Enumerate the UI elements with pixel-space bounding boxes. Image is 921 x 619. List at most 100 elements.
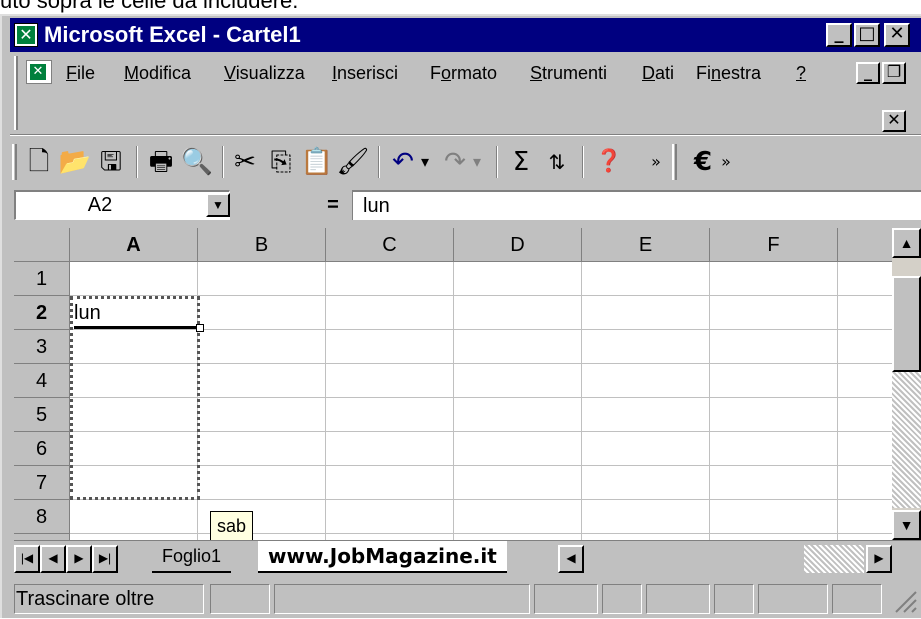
- row-header-3[interactable]: 3: [14, 330, 70, 364]
- menu-inserisci[interactable]: Inserisci: [332, 58, 398, 88]
- toolbar-drag-handle-2[interactable]: [672, 144, 677, 180]
- paste-icon[interactable]: 📋: [300, 146, 334, 178]
- menu-bar: ✕ File Modifica Visualizza Inserisci For…: [10, 54, 921, 132]
- toolbar-more-icon[interactable]: »: [646, 146, 666, 178]
- cut-icon[interactable]: ✂: [228, 146, 262, 178]
- status-panel: [274, 584, 530, 614]
- next-icon: ▶: [74, 551, 84, 565]
- close-button[interactable]: ✕: [884, 23, 910, 47]
- autosum-icon[interactable]: Σ: [504, 146, 538, 178]
- horizontal-scroll-track-dither[interactable]: [804, 545, 864, 573]
- arrow-left-icon: ◀: [566, 551, 576, 565]
- scroll-up-button[interactable]: ▲: [892, 228, 921, 258]
- scroll-down-button[interactable]: ▼: [892, 510, 921, 540]
- formula-input[interactable]: lun: [352, 190, 921, 220]
- menu-formato[interactable]: Formato: [430, 58, 497, 88]
- menu-help[interactable]: ?: [796, 58, 806, 88]
- status-panel: [534, 584, 598, 614]
- menu-modifica[interactable]: Modifica: [124, 58, 191, 88]
- status-panel: [602, 584, 642, 614]
- doc-restore-button[interactable]: ❐: [882, 62, 906, 84]
- first-sheet-button[interactable]: |◀: [14, 545, 40, 573]
- help-icon[interactable]: ❓: [592, 146, 626, 178]
- undo-icon[interactable]: ↶: [386, 146, 420, 178]
- maximize-button[interactable]: □: [854, 23, 880, 47]
- menu-toolbar-separator: [10, 134, 921, 136]
- active-cell-border: [74, 326, 200, 329]
- vertical-scroll-thumb[interactable]: [892, 276, 921, 372]
- column-header-d[interactable]: D: [454, 228, 582, 262]
- column-header-b[interactable]: B: [198, 228, 326, 262]
- scroll-right-button[interactable]: ▶: [866, 545, 892, 573]
- minimize-button[interactable]: _: [826, 23, 852, 47]
- redo-dropdown-icon[interactable]: ▾: [468, 146, 486, 178]
- format-painter-icon[interactable]: 🖌: [336, 146, 370, 178]
- column-header-c[interactable]: C: [326, 228, 454, 262]
- sheet-tab-foglio1[interactable]: Foglio1: [152, 541, 232, 573]
- chevron-down-icon: ▼: [212, 198, 224, 212]
- new-document-icon[interactable]: 🗋: [22, 146, 56, 178]
- toolbar-drag-handle[interactable]: [12, 144, 17, 180]
- toolbar-separator: [378, 146, 380, 178]
- doc-close-button[interactable]: ✕: [882, 110, 906, 132]
- menu-drag-handle[interactable]: [14, 56, 18, 130]
- menu-visualizza[interactable]: Visualizza: [224, 58, 305, 88]
- status-panel: [832, 584, 882, 614]
- arrow-right-icon: ▶: [874, 551, 884, 565]
- next-sheet-button[interactable]: ▶: [66, 545, 92, 573]
- doc-minimize-button[interactable]: _: [856, 62, 880, 84]
- save-icon[interactable]: 🖫: [94, 146, 128, 178]
- toolbar-separator: [136, 146, 138, 178]
- print-preview-icon[interactable]: 🔍: [180, 146, 214, 178]
- column-header-a[interactable]: A: [70, 228, 198, 262]
- formula-equals-button[interactable]: =: [322, 190, 344, 220]
- row-header-7[interactable]: 7: [14, 466, 70, 500]
- row-header-5[interactable]: 5: [14, 398, 70, 432]
- tab-split-scroll-left[interactable]: ◀: [558, 545, 584, 573]
- menu-dati[interactable]: Dati: [642, 58, 674, 88]
- row-header-8[interactable]: 8: [14, 500, 70, 534]
- undo-dropdown-icon[interactable]: ▾: [416, 146, 434, 178]
- sort-ascending-icon[interactable]: ⇅: [540, 146, 574, 178]
- status-text: Trascinare oltre: [16, 588, 155, 610]
- print-icon[interactable]: 🖶: [144, 146, 178, 178]
- menu-strumenti[interactable]: Strumenti: [530, 58, 607, 88]
- status-bar: Trascinare oltre: [10, 578, 921, 618]
- previous-sheet-button[interactable]: ◀: [40, 545, 66, 573]
- row-header-4[interactable]: 4: [14, 364, 70, 398]
- name-box[interactable]: A2 ▼: [14, 190, 230, 220]
- sheet-tabs-bar: |◀ ◀ ▶ ▶| Foglio1 www.JobMagazine.it ◀ ▶: [14, 540, 921, 576]
- doc-minimize-icon: _: [864, 62, 872, 81]
- column-header-e[interactable]: E: [582, 228, 710, 262]
- row-header-6[interactable]: 6: [14, 432, 70, 466]
- last-sheet-button[interactable]: ▶|: [92, 545, 118, 573]
- toolbar-more-icon-2[interactable]: »: [716, 146, 736, 178]
- arrow-up-icon: ▲: [899, 235, 914, 251]
- name-box-dropdown[interactable]: ▼: [206, 193, 230, 217]
- open-folder-icon[interactable]: 📂: [58, 146, 92, 178]
- prev-icon: ◀: [48, 551, 58, 565]
- row-header-1[interactable]: 1: [14, 262, 70, 296]
- doc-close-icon: ✕: [887, 110, 901, 129]
- resize-grip-icon[interactable]: [890, 586, 918, 614]
- excel-app-icon[interactable]: ✕: [14, 23, 38, 47]
- menu-file[interactable]: File: [66, 58, 95, 88]
- row-header-2[interactable]: 2: [14, 296, 70, 330]
- name-box-value: A2: [87, 194, 113, 216]
- vertical-scroll-track[interactable]: [892, 372, 921, 508]
- minimize-icon: _: [834, 23, 844, 44]
- menu-finestra[interactable]: Finestra: [696, 58, 761, 88]
- title-bar[interactable]: ✕ Microsoft Excel - Cartel1 _ □ ✕: [10, 18, 921, 52]
- euro-icon[interactable]: €: [686, 146, 720, 178]
- vertical-scrollbar[interactable]: ▲ ▼: [892, 228, 921, 540]
- select-all-corner[interactable]: [14, 228, 70, 262]
- worksheet-grid[interactable]: A B C D E F 1 2 3 4 5 6 7 8 9 lun: [14, 228, 892, 540]
- copy-icon[interactable]: ⎘: [264, 146, 298, 178]
- sheet-tab-jobmagazine[interactable]: www.JobMagazine.it: [258, 541, 507, 573]
- column-header-f[interactable]: F: [710, 228, 838, 262]
- workbook-icon[interactable]: ✕: [26, 60, 52, 84]
- redo-icon[interactable]: ↷: [438, 146, 472, 178]
- column-header-g[interactable]: [838, 228, 892, 262]
- fill-handle[interactable]: [196, 324, 204, 332]
- doc-restore-icon: ❐: [886, 62, 902, 81]
